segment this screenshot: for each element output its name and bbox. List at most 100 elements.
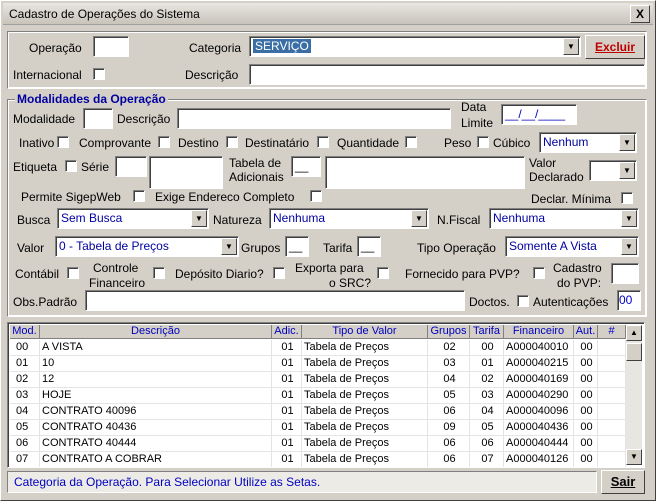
modalidade-input[interactable] bbox=[83, 108, 113, 129]
sair-button[interactable]: Sair bbox=[601, 470, 645, 494]
col-grupos[interactable]: Grupos bbox=[428, 325, 470, 339]
cell-hash bbox=[598, 388, 626, 404]
peso-checkbox[interactable] bbox=[477, 136, 489, 148]
categoria-select[interactable]: SERVIÇO ▼ bbox=[249, 36, 581, 57]
obs-padrao-label: Obs.Padrão bbox=[13, 295, 78, 309]
col-tarifa[interactable]: Tarifa bbox=[470, 325, 504, 339]
cell-grupos: 06 bbox=[428, 436, 470, 452]
tabela-adicionais-desc[interactable] bbox=[325, 156, 525, 189]
table-row[interactable]: 06 CONTRATO 40444 01 Tabela de Preços 06 06 A0… bbox=[10, 436, 626, 452]
col-adic[interactable]: Adic. bbox=[272, 325, 302, 339]
grupos-input[interactable]: __ bbox=[285, 236, 309, 257]
mod-descricao-input[interactable] bbox=[177, 108, 451, 129]
busca-select[interactable]: Sem Busca ▼ bbox=[57, 208, 209, 229]
chevron-down-icon[interactable]: ▼ bbox=[191, 210, 207, 227]
col-descricao[interactable]: Descrição bbox=[40, 325, 272, 339]
scroll-thumb[interactable] bbox=[626, 343, 642, 361]
col-mod[interactable]: Mod. bbox=[10, 325, 40, 339]
operacao-input[interactable] bbox=[93, 36, 129, 57]
serie-input[interactable] bbox=[115, 156, 147, 177]
chevron-down-icon[interactable]: ▼ bbox=[619, 162, 635, 179]
scroll-up-icon[interactable]: ▲ bbox=[626, 325, 642, 341]
close-button[interactable]: X bbox=[630, 5, 650, 23]
table-row[interactable]: 04 CONTRATO 40096 01 Tabela de Preços 06 04 A0… bbox=[10, 404, 626, 420]
doctos-checkbox[interactable] bbox=[517, 295, 529, 307]
chevron-down-icon[interactable]: ▼ bbox=[621, 210, 637, 227]
quantidade-checkbox[interactable] bbox=[405, 136, 417, 148]
doctos-label: Doctos. bbox=[469, 295, 510, 309]
cell-hash bbox=[598, 404, 626, 420]
chevron-down-icon[interactable]: ▼ bbox=[621, 238, 637, 255]
contabil-checkbox[interactable] bbox=[67, 267, 79, 279]
data-limite-input[interactable]: __/__/____ bbox=[501, 104, 577, 125]
cell-tipo-valor: Tabela de Preços bbox=[302, 436, 428, 452]
valor-select[interactable]: 0 - Tabela de Preços ▼ bbox=[55, 236, 239, 257]
exige-endereco-checkbox[interactable] bbox=[310, 190, 322, 202]
internacional-checkbox[interactable] bbox=[93, 68, 105, 80]
destinatario-label: Destinatário bbox=[245, 136, 310, 150]
contabil-label: Contábil bbox=[15, 267, 60, 281]
cell-hash bbox=[598, 356, 626, 372]
controle-financeiro-label-2: Financeiro bbox=[89, 276, 146, 290]
chevron-down-icon[interactable]: ▼ bbox=[411, 210, 427, 227]
permite-sigepweb-checkbox[interactable] bbox=[133, 190, 145, 202]
col-aut[interactable]: Aut. bbox=[574, 325, 598, 339]
cell-financeiro: A000040096 bbox=[504, 404, 574, 420]
cell-mod: 07 bbox=[10, 452, 40, 467]
scroll-down-icon[interactable]: ▼ bbox=[626, 449, 642, 465]
excluir-button[interactable]: Excluir bbox=[585, 35, 645, 59]
descricao-input[interactable] bbox=[249, 64, 645, 85]
col-financeiro[interactable]: Financeiro bbox=[504, 325, 574, 339]
inativo-checkbox[interactable] bbox=[57, 136, 69, 148]
declar-minima-checkbox[interactable] bbox=[621, 192, 633, 204]
tipo-operacao-select[interactable]: Somente A Vista ▼ bbox=[505, 236, 639, 257]
cell-mod: 00 bbox=[10, 340, 40, 356]
chevron-down-icon[interactable]: ▼ bbox=[619, 134, 635, 151]
fornecido-pvp-checkbox[interactable] bbox=[533, 267, 545, 279]
table-row[interactable]: 02 12 01 Tabela de Preços 04 02 A000040169 00 bbox=[10, 372, 626, 388]
cell-tipo-valor: Tabela de Preços bbox=[302, 372, 428, 388]
table-scrollbar[interactable]: ▲ ▼ bbox=[626, 325, 642, 465]
cell-descricao: CONTRATO 40444 bbox=[40, 436, 272, 452]
cell-tarifa: 01 bbox=[470, 356, 504, 372]
col-hash[interactable]: # bbox=[598, 325, 626, 339]
col-tipo-valor[interactable]: Tipo de Valor bbox=[302, 325, 428, 339]
cubico-select[interactable]: Nenhum ▼ bbox=[539, 132, 637, 153]
cell-financeiro: A000040444 bbox=[504, 436, 574, 452]
table-row[interactable]: 07 CONTRATO A COBRAR 01 Tabela de Preços 06 0… bbox=[10, 452, 626, 467]
cell-aut: 00 bbox=[574, 404, 598, 420]
table-header: Mod. Descrição Adic. Tipo de Valor Grupo… bbox=[10, 325, 626, 339]
table-row[interactable]: 03 HOJE 01 Tabela de Preços 05 03 A000040290 00 bbox=[10, 388, 626, 404]
deposito-diario-checkbox[interactable] bbox=[273, 267, 285, 279]
cell-aut: 00 bbox=[574, 452, 598, 467]
tarifa-input[interactable]: __ bbox=[357, 236, 381, 257]
table-row[interactable]: 00 A VISTA 01 Tabela de Preços 02 00 A00004001… bbox=[10, 340, 626, 356]
nfiscal-select[interactable]: Nenhuma ▼ bbox=[489, 208, 639, 229]
obs-padrao-input[interactable] bbox=[85, 290, 465, 311]
chevron-down-icon[interactable]: ▼ bbox=[221, 238, 237, 255]
cadastro-pvp-input[interactable] bbox=[611, 263, 639, 284]
cell-hash bbox=[598, 452, 626, 467]
exporta-src-checkbox[interactable] bbox=[377, 267, 389, 279]
busca-value: Sem Busca bbox=[61, 211, 123, 225]
destino-checkbox[interactable] bbox=[226, 136, 238, 148]
controle-financeiro-checkbox[interactable] bbox=[153, 267, 165, 279]
comprovante-checkbox[interactable] bbox=[158, 136, 170, 148]
natureza-select[interactable]: Nenhuma ▼ bbox=[269, 208, 429, 229]
etiqueta-checkbox[interactable] bbox=[65, 160, 77, 172]
cell-aut: 00 bbox=[574, 388, 598, 404]
table-row[interactable]: 05 CONTRATO 40436 01 Tabela de Preços 09 05 A0… bbox=[10, 420, 626, 436]
tabela-adicionais-label-2: Adicionais bbox=[229, 170, 284, 184]
tabela-adicionais-label-1: Tabela de bbox=[229, 156, 282, 170]
chevron-down-icon[interactable]: ▼ bbox=[563, 38, 579, 55]
etiqueta-range-input[interactable] bbox=[149, 156, 223, 189]
table-row[interactable]: 01 10 01 Tabela de Preços 03 01 A000040215 00 bbox=[10, 356, 626, 372]
autenticacoes-input[interactable]: 00 bbox=[617, 290, 641, 311]
cell-adic: 01 bbox=[272, 452, 302, 467]
cell-aut: 00 bbox=[574, 356, 598, 372]
modalidades-table[interactable]: Mod. Descrição Adic. Tipo de Valor Grupo… bbox=[7, 322, 645, 468]
tipo-operacao-label: Tipo Operação bbox=[417, 241, 496, 255]
tabela-adicionais-input[interactable]: __ bbox=[291, 156, 321, 177]
valor-declarado-select[interactable]: ▼ bbox=[589, 160, 637, 181]
destinatario-checkbox[interactable] bbox=[317, 136, 329, 148]
